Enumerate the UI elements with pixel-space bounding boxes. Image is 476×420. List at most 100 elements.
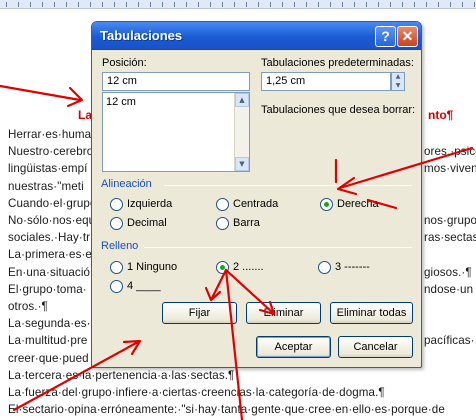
ruler-tick	[438, 2, 439, 7]
leader-dots-label[interactable]: 2 .......	[233, 261, 264, 273]
ruler-tick	[18, 2, 19, 7]
ruler-tick	[306, 2, 307, 7]
doc-line-right[interactable]: nos·grupos·	[424, 214, 476, 227]
doc-line[interactable]: Nuestro·cerebro	[8, 145, 93, 158]
tab-stop-list[interactable]: 12 cm ▲ ▼	[102, 92, 250, 172]
align-bar-label[interactable]: Barra	[233, 217, 260, 229]
ruler-tick	[234, 2, 235, 7]
ruler-tick	[426, 2, 427, 7]
align-center-label[interactable]: Centrada	[233, 198, 278, 210]
doc-line[interactable]: La·fuerza·del·grupo·infiere·a·ciertas·cr…	[8, 386, 385, 399]
doc-line-right[interactable]: giosos.·¶	[424, 266, 472, 279]
doc-line[interactable]: Herrar·es·humano	[8, 128, 104, 141]
ruler-tick	[318, 2, 319, 7]
leader-underline-label[interactable]: 4 ____	[127, 280, 161, 292]
ruler-tick	[114, 2, 115, 7]
ruler-tick	[90, 2, 91, 7]
spin-up-icon[interactable]: ▲	[392, 73, 404, 82]
ruler-tick	[474, 2, 475, 7]
ok-button[interactable]: Aceptar	[256, 336, 331, 358]
leader-dashes-radio[interactable]	[318, 261, 331, 274]
ruler-tick	[450, 2, 451, 7]
align-right-radio[interactable]	[320, 198, 333, 211]
align-bar-radio[interactable]	[216, 217, 229, 230]
doc-line-right[interactable]: mos·vivencias·de	[424, 162, 476, 175]
clear-button[interactable]: Eliminar	[246, 302, 321, 324]
leader-underline-radio[interactable]	[110, 280, 123, 293]
doc-line[interactable]: En·una·situació	[8, 266, 90, 279]
leader-group-label: Relleno	[101, 240, 139, 252]
align-right-label[interactable]: Derecha	[337, 198, 379, 210]
ruler-tick	[330, 2, 331, 7]
ruler-tick	[150, 2, 151, 7]
scroll-down-icon[interactable]: ▼	[235, 157, 249, 171]
set-button[interactable]: Fijar	[162, 302, 237, 324]
doc-line[interactable]: La·tercera·es·la·pertenencia·a·las·secta…	[8, 369, 234, 382]
ruler-tick	[270, 2, 271, 7]
doc-line[interactable]: No·sólo·nos·equ	[8, 214, 95, 227]
ruler-tick	[366, 2, 367, 7]
align-center-radio[interactable]	[216, 198, 229, 211]
cancel-button[interactable]: Cancelar	[338, 336, 413, 358]
ruler-tick	[54, 2, 55, 7]
dialog-title: Tabulaciones	[100, 28, 183, 43]
position-label: Posición:	[102, 57, 147, 69]
doc-line[interactable]: La·multitud·pre	[8, 334, 87, 347]
tab-stop-item[interactable]: 12 cm	[106, 96, 136, 108]
help-button[interactable]: ?	[375, 26, 396, 47]
ruler-tick	[342, 2, 343, 7]
doc-line-right[interactable]: ores,·psicológicos,	[424, 145, 476, 158]
doc-line[interactable]: Cuando·el·grupo	[8, 197, 97, 210]
ruler-tick	[402, 2, 403, 7]
leader-divider	[144, 247, 412, 248]
ruler-tick	[78, 2, 79, 7]
doc-line[interactable]: sociales.·Hay·tr	[8, 231, 90, 244]
default-tabs-spinner[interactable]: ▲ ▼	[391, 72, 405, 91]
leader-dashes-label[interactable]: 3 -------	[335, 261, 370, 273]
doc-heading-right: nto¶	[428, 108, 454, 122]
doc-line-right[interactable]: ras·sectas.¶	[424, 231, 476, 244]
scroll-up-icon[interactable]: ▲	[235, 93, 249, 107]
ruler-tick	[390, 2, 391, 7]
ruler-tick	[378, 2, 379, 7]
doc-heading-left: La	[78, 108, 93, 122]
ruler-tick	[222, 2, 223, 7]
doc-line[interactable]: El·grupo·toma·	[8, 283, 87, 296]
tabs-to-clear-label: Tabulaciones que desea borrar:	[261, 104, 416, 116]
leader-dots-radio[interactable]	[216, 261, 229, 274]
align-left-radio[interactable]	[110, 198, 123, 211]
ruler-tick	[138, 2, 139, 7]
ruler-tick	[210, 2, 211, 7]
ruler-tick	[282, 2, 283, 7]
doc-line[interactable]: nuestras·"meti	[8, 180, 84, 193]
spin-down-icon[interactable]: ▼	[392, 82, 404, 91]
clear-all-button[interactable]: Eliminar todas	[330, 302, 413, 324]
doc-line[interactable]: La·segunda·es·	[8, 317, 91, 330]
doc-line[interactable]: lingüistas·empí	[8, 162, 87, 175]
ruler-tick	[174, 2, 175, 7]
default-tabs-label: Tabulaciones predeterminadas:	[261, 57, 414, 69]
doc-line-right[interactable]: pacíficas·	[424, 334, 475, 347]
ruler-tick	[258, 2, 259, 7]
ruler-tick	[42, 2, 43, 7]
dialog-titlebar[interactable]: Tabulaciones ? ✕	[92, 22, 421, 50]
ruler[interactable]	[0, 0, 476, 9]
align-left-label[interactable]: Izquierda	[127, 198, 172, 210]
align-decimal-label[interactable]: Decimal	[127, 217, 167, 229]
close-button[interactable]: ✕	[397, 26, 418, 47]
ruler-tick	[414, 2, 415, 7]
leader-none-label[interactable]: 1 Ninguno	[127, 261, 177, 273]
doc-line-right[interactable]: ndose·un	[424, 283, 473, 296]
ruler-tick	[354, 2, 355, 7]
position-input[interactable]: 12 cm	[102, 72, 250, 91]
doc-line[interactable]: La·primera·es·e	[8, 248, 92, 261]
doc-line[interactable]: El·sectario·opina·erróneamente:·"si·hay·…	[8, 403, 445, 416]
doc-line[interactable]: otros.·¶	[8, 300, 48, 313]
list-scrollbar[interactable]: ▲ ▼	[234, 93, 249, 171]
doc-line[interactable]: creer·que·pued	[8, 352, 89, 365]
align-decimal-radio[interactable]	[110, 217, 123, 230]
ruler-tick	[198, 2, 199, 7]
ruler-tick	[462, 2, 463, 7]
default-tabs-input[interactable]: 1,25 cm	[261, 72, 391, 91]
leader-none-radio[interactable]	[110, 261, 123, 274]
